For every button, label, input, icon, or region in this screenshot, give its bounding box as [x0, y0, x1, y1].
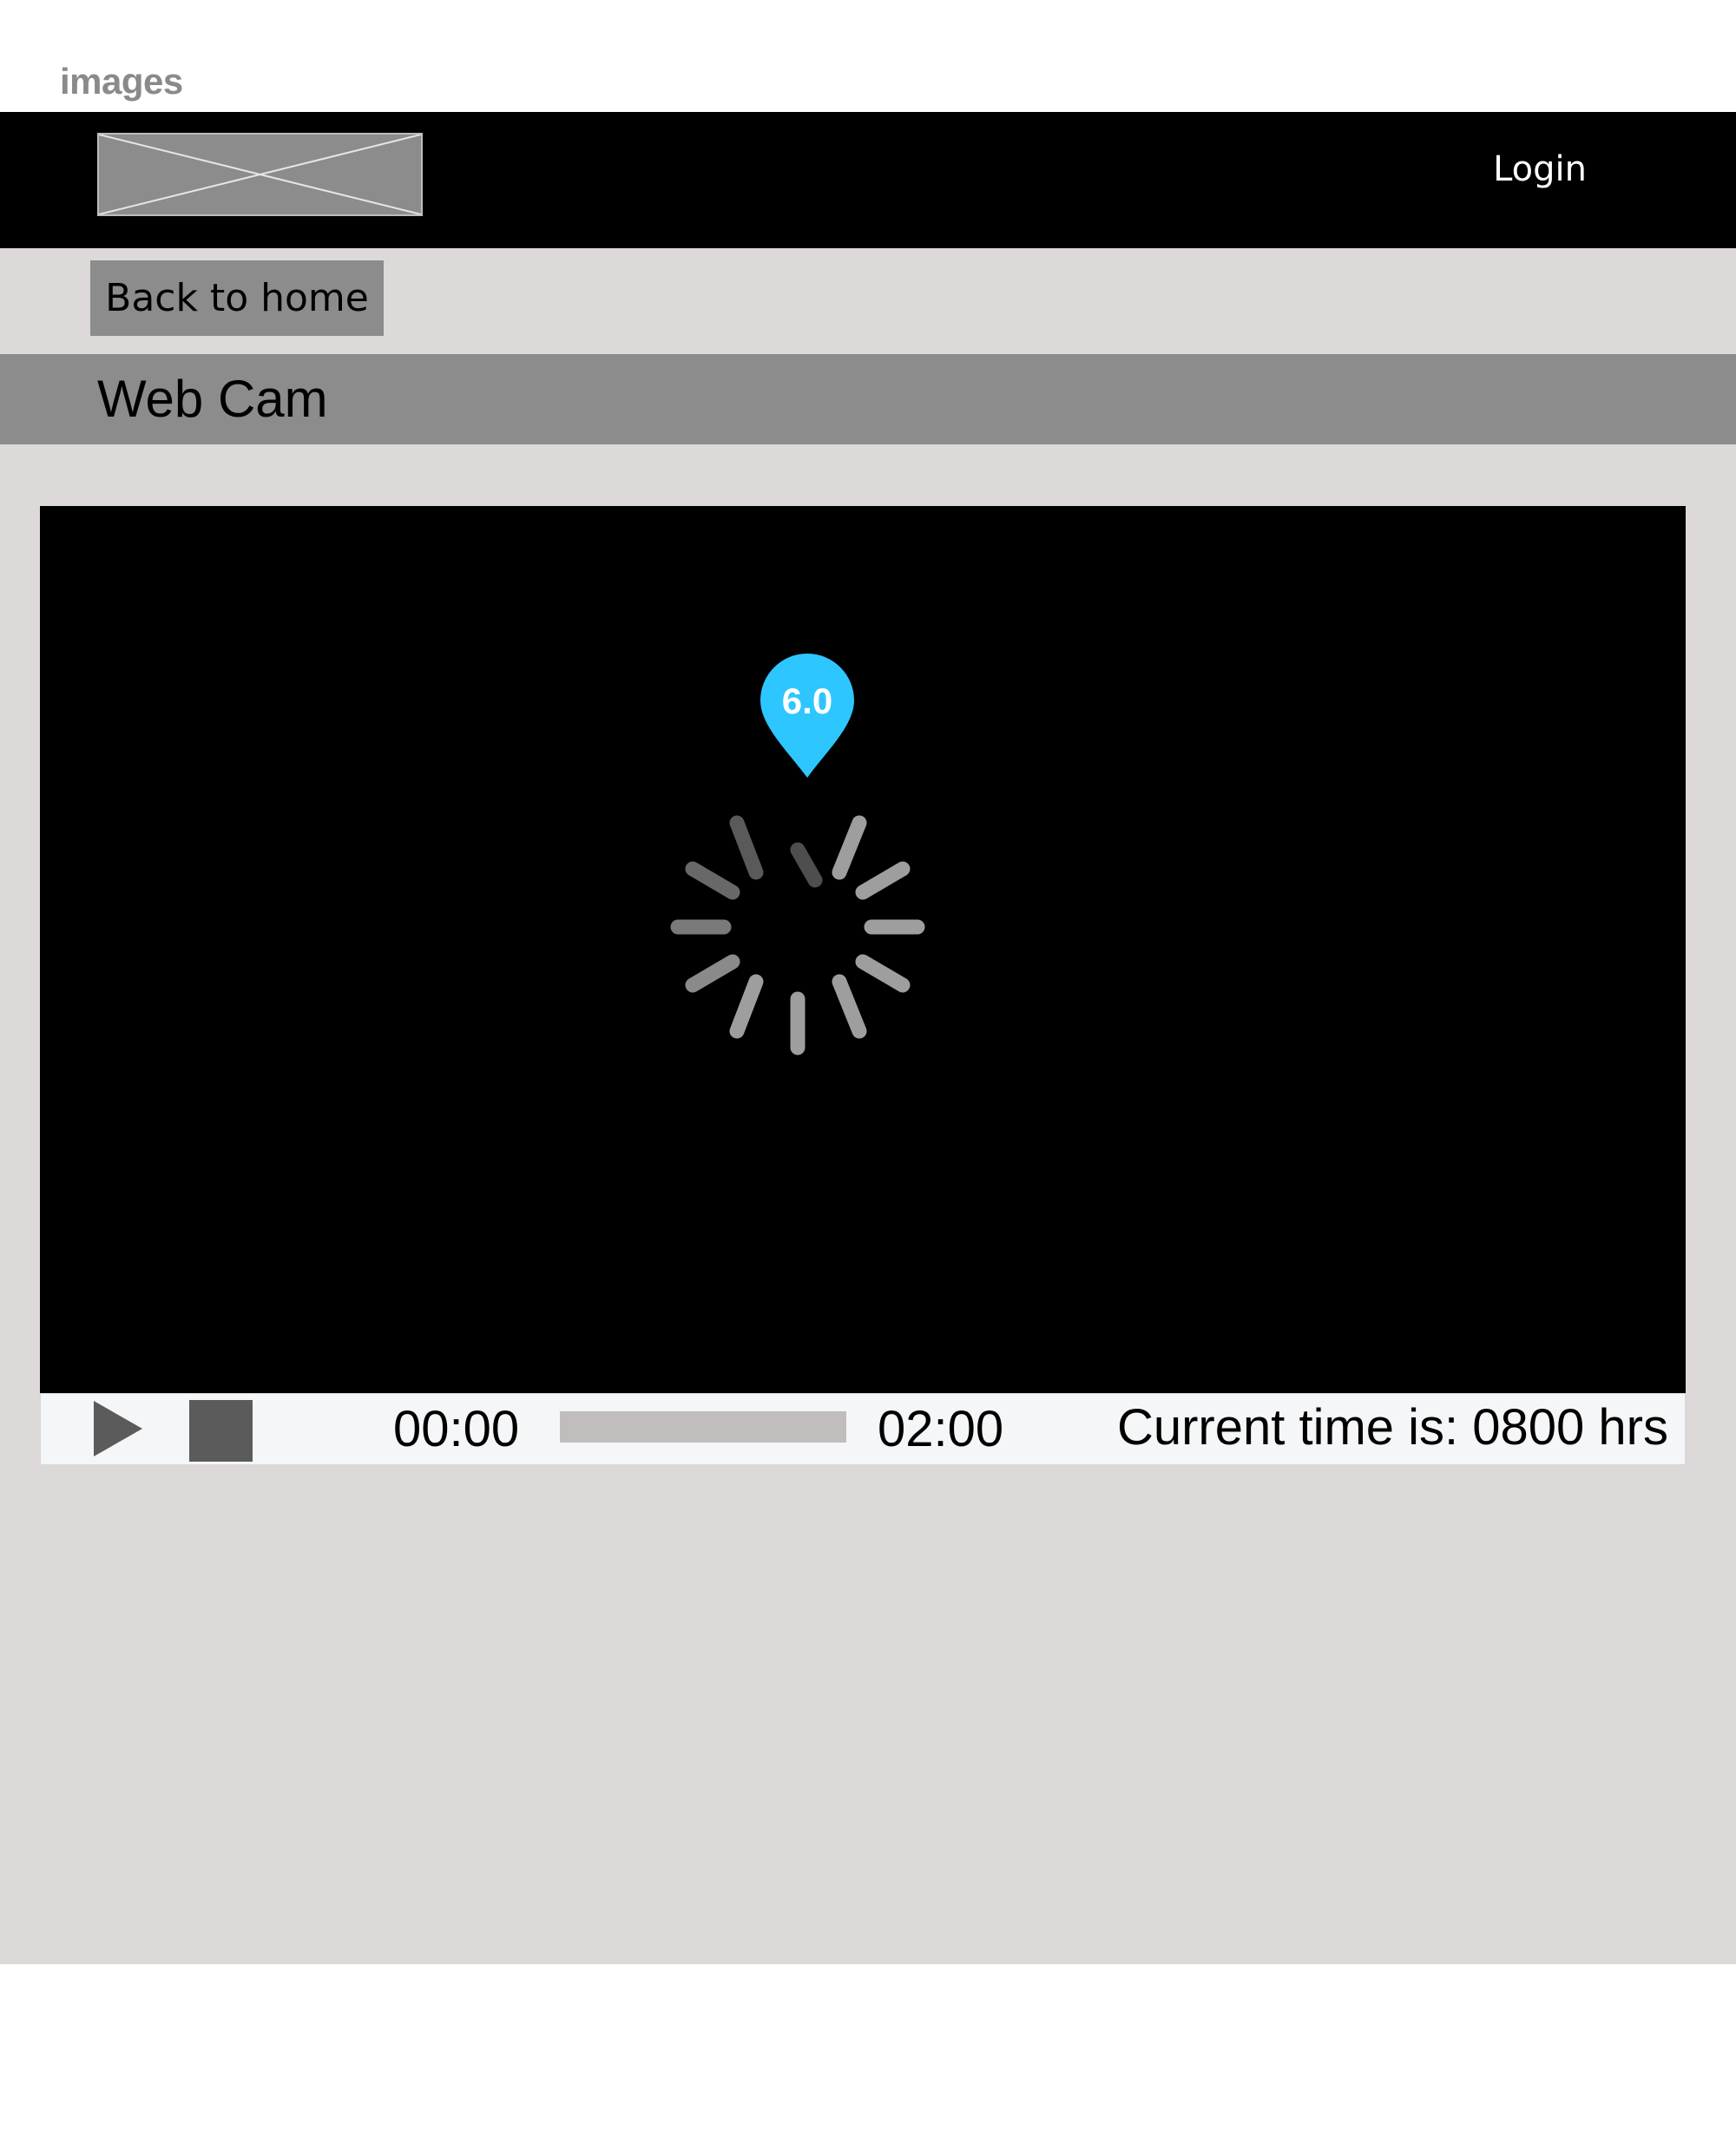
logo-placeholder[interactable]	[97, 133, 423, 216]
play-icon	[94, 1401, 142, 1456]
images-caption: images	[60, 61, 183, 102]
spinner-icon	[670, 815, 925, 1055]
marker-label: 6.0	[782, 680, 832, 721]
current-time-text: Current time is: 0800 hrs	[1116, 1399, 1668, 1456]
play-button[interactable]	[94, 1401, 142, 1456]
back-to-home-button[interactable]: Back to home	[90, 260, 384, 336]
page-title: Web Cam	[97, 370, 328, 428]
image-placeholder-icon	[99, 135, 421, 214]
login-link[interactable]: Login	[1493, 149, 1587, 189]
stop-button[interactable]	[189, 1400, 253, 1462]
video-viewport[interactable]: 6.0	[40, 506, 1686, 1393]
map-pin-icon: 6.0	[760, 654, 854, 778]
start-time: 00:00	[393, 1401, 520, 1457]
progress-bar[interactable]	[560, 1411, 846, 1443]
end-time: 02:00	[878, 1401, 1004, 1457]
